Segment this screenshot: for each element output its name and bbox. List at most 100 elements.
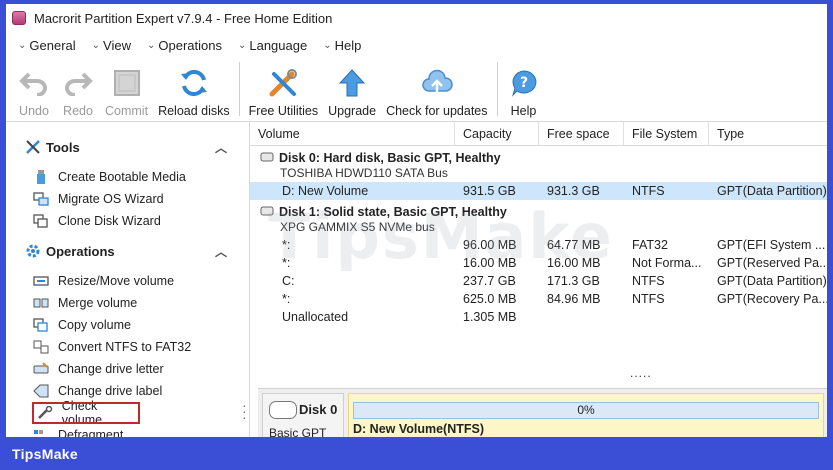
tag-icon bbox=[32, 383, 50, 399]
cell-file-system: Not Forma... bbox=[632, 256, 702, 270]
check-updates-button[interactable]: Check for updates bbox=[381, 58, 492, 120]
table-header: Volume Capacity Free space File System T… bbox=[250, 122, 827, 146]
resize-move-item[interactable]: Resize/Move volume bbox=[6, 270, 249, 292]
migrate-os-item[interactable]: Migrate OS Wizard bbox=[6, 188, 249, 210]
cell-volume: *: bbox=[282, 256, 291, 270]
table-row[interactable]: *: 16.00 MB 16.00 MB Not Forma... GPT(Re… bbox=[250, 254, 827, 272]
hard-disk-icon bbox=[260, 151, 274, 165]
convert-ntfs-fat32-item[interactable]: Convert NTFS to FAT32 bbox=[6, 336, 249, 358]
menu-label: Language bbox=[249, 37, 308, 53]
undo-icon bbox=[17, 66, 51, 100]
undo-button[interactable]: Undo bbox=[12, 58, 56, 120]
merge-volume-item[interactable]: Merge volume bbox=[6, 292, 249, 314]
toolbar-divider bbox=[496, 62, 498, 116]
chevron-down-icon: ⌄ bbox=[91, 39, 101, 51]
copy-volume-item[interactable]: Copy volume bbox=[6, 314, 249, 336]
cloud-upload-icon bbox=[420, 66, 454, 100]
cell-free-space: 171.3 GB bbox=[547, 274, 600, 288]
item-label: Copy volume bbox=[58, 318, 131, 332]
cell-type: GPT(EFI System ... bbox=[717, 238, 826, 252]
column-volume[interactable]: Volume bbox=[250, 122, 455, 145]
table-row[interactable]: C: 237.7 GB 171.3 GB NTFS GPT(Data Parti… bbox=[250, 272, 827, 290]
wrench-icon bbox=[36, 405, 54, 421]
column-type[interactable]: Type bbox=[709, 122, 827, 145]
cell-capacity: 931.5 GB bbox=[463, 184, 516, 198]
create-bootable-media-item[interactable]: Create Bootable Media bbox=[6, 166, 249, 188]
collapse-up-icon[interactable]: ︿ bbox=[215, 243, 227, 260]
tools-heading: Tools bbox=[46, 139, 80, 155]
item-label: Change drive letter bbox=[58, 362, 164, 376]
cell-volume: D: New Volume bbox=[282, 184, 369, 198]
table-row[interactable]: *: 625.0 MB 84.96 MB NTFS GPT(Recovery P… bbox=[250, 290, 827, 308]
menu-label: Operations bbox=[158, 37, 222, 53]
chevron-down-icon: ⌄ bbox=[18, 39, 27, 51]
resize-icon bbox=[32, 273, 50, 289]
disk-0-header[interactable]: Disk 0: Hard disk, Basic GPT, Healthy bbox=[250, 150, 827, 166]
upgrade-button[interactable]: Upgrade bbox=[323, 58, 381, 120]
cell-file-system: NTFS bbox=[632, 274, 665, 288]
redo-icon bbox=[61, 66, 95, 100]
disk-map-partition[interactable]: 0% D: New Volume(NTFS) bbox=[348, 393, 824, 439]
free-utilities-button[interactable]: Free Utilities bbox=[244, 58, 323, 120]
help-label: Help bbox=[510, 104, 537, 118]
menu-operations[interactable]: ⌄ Operations bbox=[141, 38, 228, 53]
menu-label: View bbox=[103, 37, 131, 53]
redo-button[interactable]: Redo bbox=[56, 58, 100, 120]
undo-label: Undo bbox=[19, 104, 49, 118]
commit-icon bbox=[110, 66, 144, 100]
table-row[interactable]: D: New Volume 931.5 GB 931.3 GB NTFS GPT… bbox=[250, 182, 827, 200]
menu-language[interactable]: ⌄ Language bbox=[232, 38, 313, 53]
clone-disk-item[interactable]: Clone Disk Wizard bbox=[6, 210, 249, 232]
splitter-handle[interactable]: · · · bbox=[242, 398, 247, 424]
cell-volume: C: bbox=[282, 274, 295, 288]
menu-general[interactable]: ⌄ General bbox=[12, 38, 82, 53]
operations-section-header[interactable]: Operations ︿ bbox=[6, 238, 249, 264]
table-row[interactable]: *: 96.00 MB 64.77 MB FAT32 GPT(EFI Syste… bbox=[250, 236, 827, 254]
chevron-down-icon: ⌄ bbox=[323, 39, 332, 51]
check-volume-item[interactable]: Check volume bbox=[32, 399, 140, 427]
item-label: Defragment bbox=[58, 428, 124, 437]
commit-button[interactable]: Commit bbox=[100, 58, 153, 120]
cell-file-system: FAT32 bbox=[632, 238, 668, 252]
reload-label: Reload disks bbox=[158, 104, 230, 118]
disk-title: Disk 1: Solid state, Basic GPT, Healthy bbox=[279, 205, 507, 219]
reload-disks-button[interactable]: Reload disks bbox=[153, 58, 235, 120]
cell-capacity: 237.7 GB bbox=[463, 274, 516, 288]
usage-bar: 0% bbox=[353, 402, 819, 419]
item-label: Convert NTFS to FAT32 bbox=[58, 340, 192, 354]
column-capacity[interactable]: Capacity bbox=[455, 122, 539, 145]
collapse-up-icon[interactable]: ︿ bbox=[215, 139, 227, 156]
chevron-down-icon: ⌄ bbox=[237, 39, 247, 51]
merge-icon bbox=[32, 295, 50, 311]
help-button[interactable]: ? Help bbox=[502, 58, 546, 120]
disk-1-header[interactable]: Disk 1: Solid state, Basic GPT, Healthy bbox=[250, 204, 827, 220]
check-updates-label: Check for updates bbox=[386, 104, 488, 118]
cell-capacity: 16.00 MB bbox=[463, 256, 517, 270]
svg-text:?: ? bbox=[519, 75, 527, 91]
item-label: Create Bootable Media bbox=[58, 170, 186, 184]
upgrade-arrow-icon bbox=[335, 66, 369, 100]
disk-model: TOSHIBA HDWD110 SATA Bus bbox=[280, 166, 448, 180]
cell-type: GPT(Data Partition) bbox=[717, 184, 827, 198]
cell-file-system: NTFS bbox=[632, 292, 665, 306]
cell-free-space: 84.96 MB bbox=[547, 292, 601, 306]
cell-type: GPT(Reserved Pa... bbox=[717, 256, 827, 270]
tools-section-header[interactable]: Tools ︿ bbox=[6, 134, 249, 160]
menu-label: General bbox=[29, 37, 76, 53]
disk-map-disk-0[interactable]: Disk 0 Basic GPT bbox=[262, 393, 344, 440]
change-drive-letter-item[interactable]: Change drive letter bbox=[6, 358, 249, 380]
cell-capacity: 1.305 MB bbox=[463, 310, 517, 324]
table-row[interactable]: Unallocated 1.305 MB bbox=[250, 308, 827, 326]
menu-help[interactable]: ⌄ Help bbox=[317, 38, 367, 53]
cell-capacity: 96.00 MB bbox=[463, 238, 517, 252]
hard-disk-icon bbox=[269, 401, 297, 419]
column-file-system[interactable]: File System bbox=[624, 122, 709, 145]
menu-view[interactable]: ⌄ View bbox=[86, 38, 137, 53]
column-free-space[interactable]: Free space bbox=[539, 122, 624, 145]
free-utilities-label: Free Utilities bbox=[248, 104, 319, 118]
title-bar: Macrorit Partition Expert v7.9.4 - Free … bbox=[6, 4, 827, 32]
usb-drive-icon bbox=[32, 169, 50, 185]
ssd-icon bbox=[260, 205, 274, 219]
item-label: Clone Disk Wizard bbox=[58, 214, 161, 228]
upgrade-label: Upgrade bbox=[328, 104, 377, 118]
